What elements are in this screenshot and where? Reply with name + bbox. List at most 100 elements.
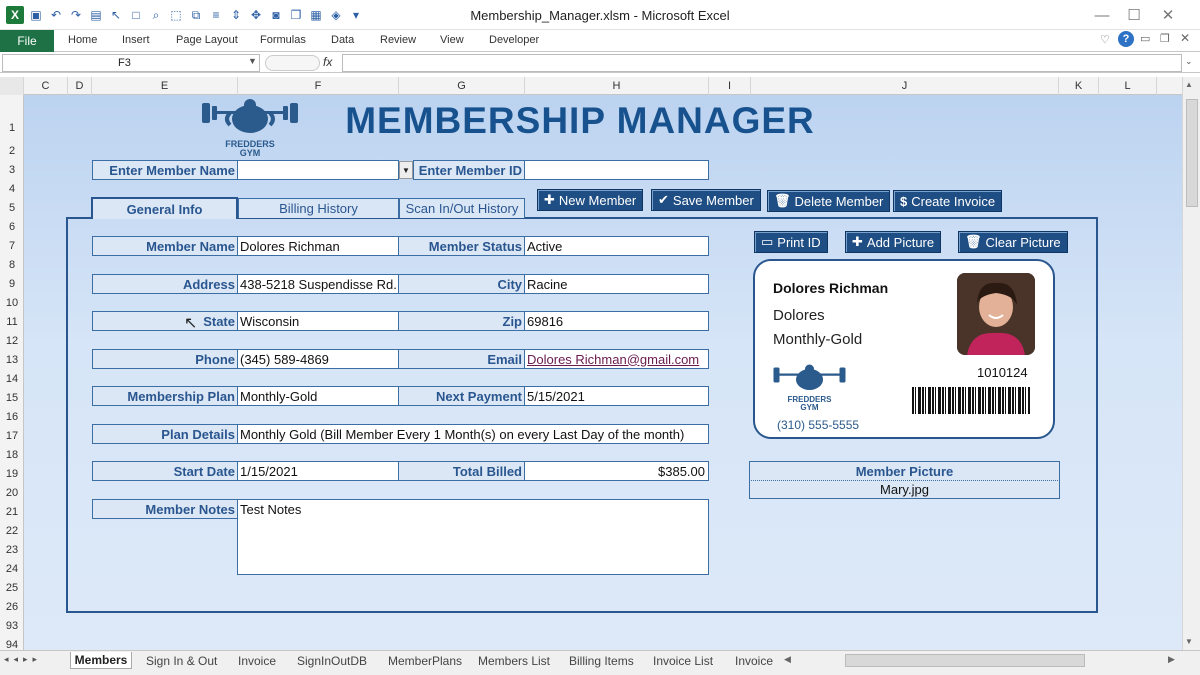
row-header[interactable]: 13 xyxy=(0,350,24,369)
open-folder-icon[interactable]: ▤ xyxy=(88,7,104,23)
email-field[interactable]: Dolores Richman@gmail.com xyxy=(524,349,709,369)
member-picture-file[interactable]: Mary.jpg xyxy=(749,480,1060,499)
column-header[interactable]: E xyxy=(92,77,238,95)
tab-billing-history[interactable]: Billing History xyxy=(238,198,399,218)
member-id-search-input[interactable] xyxy=(524,160,709,180)
row-header[interactable]: 18 xyxy=(0,445,24,464)
row-header[interactable]: 11 xyxy=(0,312,24,331)
member-name-search-input[interactable] xyxy=(237,160,399,180)
expand-formula-icon[interactable]: ⌄ xyxy=(1185,56,1193,67)
select-objects-icon[interactable]: ⬚ xyxy=(168,7,184,23)
sheet-tab-memberplans[interactable]: MemberPlans xyxy=(388,652,462,669)
row-header[interactable]: 22 xyxy=(0,521,24,540)
sheet-tab-members[interactable]: Members xyxy=(70,652,132,669)
sheet-tab-invoice-list[interactable]: Invoice List xyxy=(653,652,713,669)
row-header[interactable]: 17 xyxy=(0,426,24,445)
column-header[interactable]: I xyxy=(709,77,751,95)
row-header[interactable]: 12 xyxy=(0,331,24,350)
scroll-down-icon[interactable]: ▼ xyxy=(1185,637,1193,646)
horizontal-scroll-thumb[interactable] xyxy=(845,654,1085,667)
copy-icon[interactable]: ❐ xyxy=(288,7,304,23)
ribbon-collapse-icon[interactable]: ♡ xyxy=(1100,33,1110,46)
tab-view[interactable]: View xyxy=(440,34,464,46)
new-member-button[interactable]: ✚ New Member xyxy=(537,189,644,211)
row-header[interactable]: 15 xyxy=(0,388,24,407)
start-date-field[interactable]: 1/15/2021 xyxy=(237,461,399,481)
column-header[interactable]: H xyxy=(525,77,709,95)
column-header[interactable]: K xyxy=(1059,77,1099,95)
scroll-right-icon[interactable]: ▶ xyxy=(1168,654,1175,665)
maximize-icon[interactable]: ☐ xyxy=(1118,4,1150,26)
chevron-down-icon[interactable]: ▼ xyxy=(248,56,257,66)
zip-field[interactable]: 69816 xyxy=(524,311,709,331)
scroll-thumb[interactable] xyxy=(1186,99,1198,207)
member-notes-field[interactable]: Test Notes xyxy=(237,499,709,575)
tab-review[interactable]: Review xyxy=(380,34,416,46)
row-header[interactable]: 4 xyxy=(0,179,24,198)
row-header[interactable]: 19 xyxy=(0,464,24,483)
insert-function-icon[interactable]: fx xyxy=(323,55,332,69)
row-header[interactable]: 1 xyxy=(0,115,24,141)
delete-member-button[interactable]: 🗑 Delete Member xyxy=(767,190,891,212)
phone-field[interactable]: (345) 589-4869 xyxy=(237,349,399,369)
column-header[interactable]: F xyxy=(238,77,399,95)
column-header[interactable]: D xyxy=(68,77,92,95)
next-payment-field[interactable]: 5/15/2021 xyxy=(524,386,709,406)
member-status-field[interactable]: Active xyxy=(524,236,709,256)
row-header[interactable]: 9 xyxy=(0,274,24,293)
vertical-scrollbar[interactable]: ▲ ▼ xyxy=(1182,77,1200,650)
row-header[interactable]: 8 xyxy=(0,255,24,274)
wb-close-icon[interactable]: ✕ xyxy=(1180,31,1190,45)
row-header[interactable]: 26 xyxy=(0,597,24,616)
tab-formulas[interactable]: Formulas xyxy=(260,34,306,46)
row-header[interactable]: 6 xyxy=(0,217,24,236)
camera-icon[interactable]: ◙ xyxy=(268,7,284,23)
redo-icon[interactable]: ↷ xyxy=(68,7,84,23)
tab-page-layout[interactable]: Page Layout xyxy=(176,34,238,46)
column-header[interactable]: J xyxy=(751,77,1059,95)
tab-data[interactable]: Data xyxy=(331,34,354,46)
save-member-button[interactable]: ✔ Save Member xyxy=(651,189,761,211)
state-field[interactable]: Wisconsin xyxy=(237,311,399,331)
tab-insert[interactable]: Insert xyxy=(122,34,150,46)
column-header[interactable]: C xyxy=(24,77,68,95)
sheet-nav-arrows-icon[interactable]: ◂◂▸▸ xyxy=(4,654,42,665)
row-header[interactable]: 93 xyxy=(0,616,24,635)
sheet-tab-invoice-2[interactable]: Invoice xyxy=(735,652,775,669)
sheet-tab-sign-in-out[interactable]: Sign In & Out xyxy=(146,652,217,669)
print-id-button[interactable]: ▭ Print ID xyxy=(754,231,828,253)
new-document-icon[interactable]: □ xyxy=(128,7,144,23)
add-picture-button[interactable]: ✚ Add Picture xyxy=(845,231,942,253)
customize-dropdown-icon[interactable]: ▾ xyxy=(348,7,364,23)
clear-picture-button[interactable]: 🗑 Clear Picture xyxy=(958,231,1068,253)
sheet-tab-members-list[interactable]: Members List xyxy=(478,652,550,669)
close-icon[interactable]: ✕ xyxy=(1152,4,1184,26)
member-name-field[interactable]: Dolores Richman xyxy=(237,236,399,256)
tab-scan-history[interactable]: Scan In/Out History xyxy=(399,198,525,218)
row-header[interactable]: 21 xyxy=(0,502,24,521)
tab-home[interactable]: Home xyxy=(68,34,97,46)
scroll-up-icon[interactable]: ▲ xyxy=(1185,80,1193,89)
picture-icon[interactable]: ▦ xyxy=(308,7,324,23)
sheet-tab-invoice[interactable]: Invoice xyxy=(238,652,276,669)
formula-bar-resize-handle[interactable] xyxy=(265,55,320,71)
save-icon[interactable]: ▣ xyxy=(28,7,44,23)
wb-restore-icon[interactable]: ❐ xyxy=(1160,32,1170,45)
scroll-left-icon[interactable]: ◀ xyxy=(784,654,791,665)
name-box[interactable]: F3 xyxy=(2,54,260,72)
chevron-down-icon[interactable]: ▼ xyxy=(399,161,413,179)
row-header[interactable]: 7 xyxy=(0,236,24,255)
undo-icon[interactable]: ↶ xyxy=(48,7,64,23)
sheet-tab-billing-items[interactable]: Billing Items xyxy=(569,652,634,669)
print-preview-icon[interactable]: ⌕ xyxy=(148,7,164,23)
tab-developer[interactable]: Developer xyxy=(489,34,539,46)
row-header[interactable]: 10 xyxy=(0,293,24,312)
row-header[interactable]: 24 xyxy=(0,559,24,578)
column-header[interactable]: L xyxy=(1099,77,1157,95)
row-header[interactable]: 16 xyxy=(0,407,24,426)
create-invoice-button[interactable]: $ Create Invoice xyxy=(893,190,1003,212)
row-header[interactable]: 20 xyxy=(0,483,24,502)
row-header[interactable]: 3 xyxy=(0,160,24,179)
row-header[interactable]: 23 xyxy=(0,540,24,559)
membership-plan-field[interactable]: Monthly-Gold xyxy=(237,386,399,406)
